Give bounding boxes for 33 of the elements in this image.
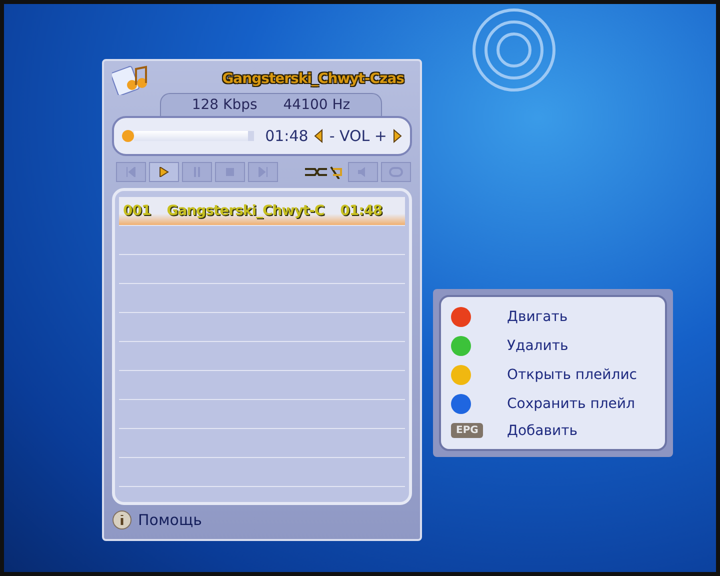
next-button[interactable] <box>248 162 278 182</box>
bitrate-label: 128 Kbps <box>192 97 258 113</box>
legend-label: Добавить <box>507 422 578 439</box>
track-number: 001 <box>123 203 151 219</box>
right-arrow-icon[interactable] <box>393 129 402 143</box>
track-duration: 01:48 <box>340 203 382 219</box>
play-button[interactable] <box>149 162 179 182</box>
music-file-icon <box>112 63 148 95</box>
key-label: EPG <box>451 423 484 438</box>
samplerate-label: 44100 Hz <box>283 97 350 113</box>
volume-button[interactable] <box>348 162 378 182</box>
legend-label: Удалить <box>507 338 568 354</box>
track-name: Gangsterski_Chwyt-C <box>166 203 324 219</box>
help-label: Помощь <box>138 511 202 529</box>
elapsed-time: 01:48 <box>265 127 308 145</box>
play-icon <box>159 167 169 177</box>
legend-label: Открыть плейлис <box>507 366 637 383</box>
playlist-item[interactable]: 001 Gangsterski_Chwyt-C 01:48 <box>119 197 405 226</box>
loop-icon <box>389 167 403 177</box>
pause-icon <box>192 167 202 177</box>
stop-icon <box>226 168 234 176</box>
next-icon <box>258 167 268 177</box>
volume-label: - VOL + <box>329 127 387 145</box>
progress-knob <box>122 130 134 142</box>
legend-label: Двигать <box>507 309 568 326</box>
previous-icon <box>126 167 136 177</box>
track-title: Gangsterski_Chwyt-Czas <box>222 71 404 87</box>
shuffle-repeat-icon[interactable] <box>303 165 345 179</box>
info-icon <box>112 510 132 530</box>
repeat-button[interactable] <box>381 162 411 182</box>
left-arrow-icon[interactable] <box>314 129 324 143</box>
stop-button[interactable] <box>215 162 245 182</box>
legend-label: Сохранить плейл <box>507 396 635 412</box>
